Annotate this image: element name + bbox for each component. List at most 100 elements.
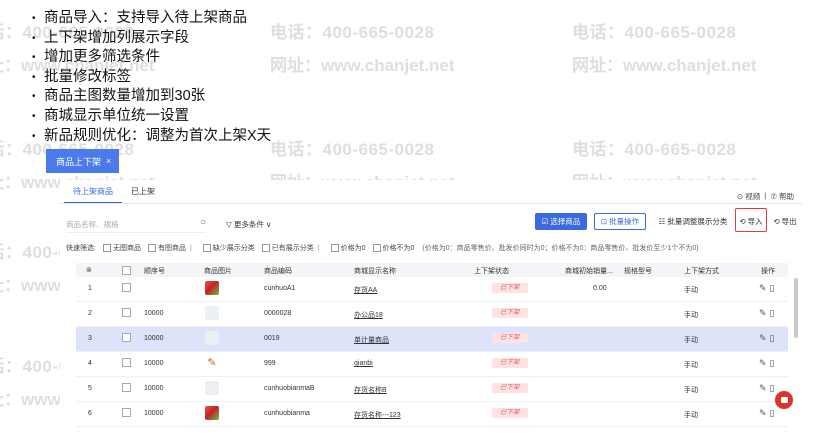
edit-icon[interactable]: ✎ <box>759 358 770 368</box>
product-image <box>205 281 219 295</box>
divider: | <box>189 244 192 252</box>
row-checkbox[interactable] <box>122 358 131 367</box>
row-code: cunhuoA1 <box>264 285 296 292</box>
row-checkbox[interactable] <box>122 383 131 392</box>
filter-checkbox[interactable] <box>202 244 211 252</box>
filter-price-zero[interactable]: 价格为0 <box>341 243 366 253</box>
goods-shelf-panel: 待上架商品 已上架 ⊙ 视频 | ⑦ 帮助 商品名称、规格 ○ ▽ 更多条件 ∨… <box>60 180 802 443</box>
delete-icon[interactable]: ▯ <box>770 333 778 343</box>
row-index: 2 <box>88 310 92 317</box>
select-all-checkbox[interactable] <box>122 266 131 275</box>
tab-listed[interactable]: 已上架 <box>122 186 164 204</box>
divider: | <box>317 244 320 252</box>
subtabs: 待上架商品 已上架 <box>64 186 164 204</box>
col-image: 商品图片 <box>204 268 232 275</box>
filter-checkbox[interactable] <box>261 244 270 252</box>
note-item: • 商品导入：支持导入待上架商品 <box>32 10 247 26</box>
row-name-link[interactable]: 单计量商品 <box>354 335 389 345</box>
column-settings-icon[interactable]: ⊚ <box>86 266 92 274</box>
row-checkbox[interactable] <box>122 283 131 292</box>
tab-label: 商品上下架 <box>56 156 102 167</box>
table-row[interactable]: 2 10000 0000028 办公品18 已下架 手动 ✎▯ <box>76 302 788 327</box>
filter-note: (价格为0：商品零售价、批发价同时为0；价格不为0：商品零售价、批发价至少1个不… <box>422 245 699 252</box>
row-order: 10000 <box>144 360 164 367</box>
delete-icon[interactable]: ▯ <box>770 308 778 318</box>
delete-icon[interactable]: ▯ <box>770 383 778 393</box>
note-item: • 商城显示单位统一设置 <box>32 107 189 124</box>
more-filters-button[interactable]: ▽ 更多条件 ∨ <box>226 219 271 230</box>
filter-has-image[interactable]: 有图商品 <box>158 243 186 253</box>
tab-pending[interactable]: 待上架商品 <box>64 186 122 204</box>
select-goods-button[interactable]: ☑ 选择商品 <box>535 213 587 230</box>
table-row[interactable]: 6 10000 cunhuobianma 存货名称---123 已下架 手动 ✎… <box>76 402 788 427</box>
row-checkbox[interactable] <box>122 308 131 317</box>
row-sales: 0.00 <box>593 285 607 292</box>
delete-icon[interactable]: ▯ <box>770 408 778 418</box>
row-code: 0019 <box>264 335 280 342</box>
batch-ops-button[interactable]: ⊡ 批量操作 <box>594 213 646 230</box>
search-input[interactable]: 商品名称、规格 ○ <box>66 216 206 233</box>
search-placeholder: 商品名称、规格 <box>66 219 119 229</box>
col-spec: 规格型号 <box>624 268 652 275</box>
filter-no-category[interactable]: 缺少展示分类 <box>213 243 255 253</box>
row-order: 10000 <box>144 310 164 317</box>
row-checkbox[interactable] <box>122 408 131 417</box>
row-checkbox[interactable] <box>122 333 131 342</box>
col-code: 商品编码 <box>264 268 292 275</box>
help-link[interactable]: ⑦ 帮助 <box>770 191 794 202</box>
video-link[interactable]: ⊙ 视频 <box>737 191 760 202</box>
row-mode: 手动 <box>684 287 698 294</box>
delete-icon[interactable]: ▯ <box>770 283 778 293</box>
watermark-phone: 电话：400-665-0028 <box>572 23 737 42</box>
filter-has-category[interactable]: 已有展示分类 <box>272 243 314 253</box>
table-row[interactable]: 3 10000 0019 单计量商品 已下架 手动 ✎▯ <box>76 327 788 352</box>
note-item: • 新品规则优化：调整为首次上架X天 <box>32 127 272 144</box>
row-actions: ✎▯ <box>759 333 778 344</box>
filter-price-nonzero[interactable]: 价格不为0 <box>383 243 415 253</box>
row-actions: ✎▯ <box>759 308 778 319</box>
row-actions: ✎▯ <box>759 408 778 419</box>
filter-checkbox[interactable] <box>102 244 111 252</box>
filter-no-image[interactable]: 无图商品 <box>113 243 141 253</box>
edit-icon[interactable]: ✎ <box>759 308 770 318</box>
watermark-phone: 电话：400-665-0028 <box>572 140 737 159</box>
export-button[interactable]: ⟲ 导出 <box>770 213 800 230</box>
table-row[interactable]: 4 10000 ✎ 999 qianbi 已下架 手动 ✎▯ <box>76 352 788 377</box>
edit-icon[interactable]: ✎ <box>759 333 770 343</box>
watermark-phone: 电话：400-665-0028 <box>270 23 435 42</box>
chat-icon[interactable] <box>775 391 793 409</box>
edit-icon[interactable]: ✎ <box>759 283 770 293</box>
row-name-link[interactable]: 存货名称---123 <box>354 410 401 420</box>
batch-category-button[interactable]: ☷ 批量调整展示分类 <box>655 213 731 230</box>
product-image <box>205 381 219 395</box>
scrollbar[interactable] <box>794 278 798 338</box>
col-shelf-mode: 上下架方式 <box>684 268 719 275</box>
close-icon[interactable]: × <box>106 156 111 166</box>
tab-goods-shelf[interactable]: 商品上下架 × <box>46 149 119 173</box>
filter-checkbox[interactable] <box>330 244 339 252</box>
edit-icon[interactable]: ✎ <box>759 408 770 418</box>
row-name-link[interactable]: 办公品18 <box>354 310 383 320</box>
row-name-link[interactable]: 存货AA <box>354 285 377 295</box>
table-row[interactable]: 5 10000 cunhuobianmaB 存货名称B 已下架 手动 ✎▯ <box>76 377 788 402</box>
table-row[interactable]: 1 cunhuoA1 存货AA 已下架 0.00 手动 ✎▯ <box>76 277 788 302</box>
import-button[interactable]: ⟲ 导入 <box>736 213 766 230</box>
row-index: 6 <box>88 410 92 417</box>
watermark: 电话：400-665-0028 网址：www.chanjet.net <box>572 18 757 76</box>
row-index: 5 <box>88 385 92 392</box>
row-name-link[interactable]: 存货名称B <box>354 385 387 395</box>
delete-icon[interactable]: ▯ <box>770 358 778 368</box>
note-item: • 批量修改标签 <box>32 68 131 85</box>
edit-icon[interactable]: ✎ <box>759 383 770 393</box>
table-body: 1 cunhuoA1 存货AA 已下架 0.00 手动 ✎▯ 2 10000 0… <box>76 277 788 427</box>
filter-checkbox[interactable] <box>147 244 156 252</box>
divider: | <box>764 191 767 200</box>
row-mode: 手动 <box>684 362 698 369</box>
col-display-name: 商城显示名称 <box>354 268 396 275</box>
search-icon[interactable]: ○ <box>200 217 206 228</box>
row-index: 4 <box>88 360 92 367</box>
watermark: 电话：400-665-0028 网址：www.chanjet.net <box>270 18 455 76</box>
row-name-link[interactable]: qianbi <box>354 360 373 367</box>
status-badge: 已下架 <box>492 383 528 393</box>
filter-checkbox[interactable] <box>372 244 381 252</box>
